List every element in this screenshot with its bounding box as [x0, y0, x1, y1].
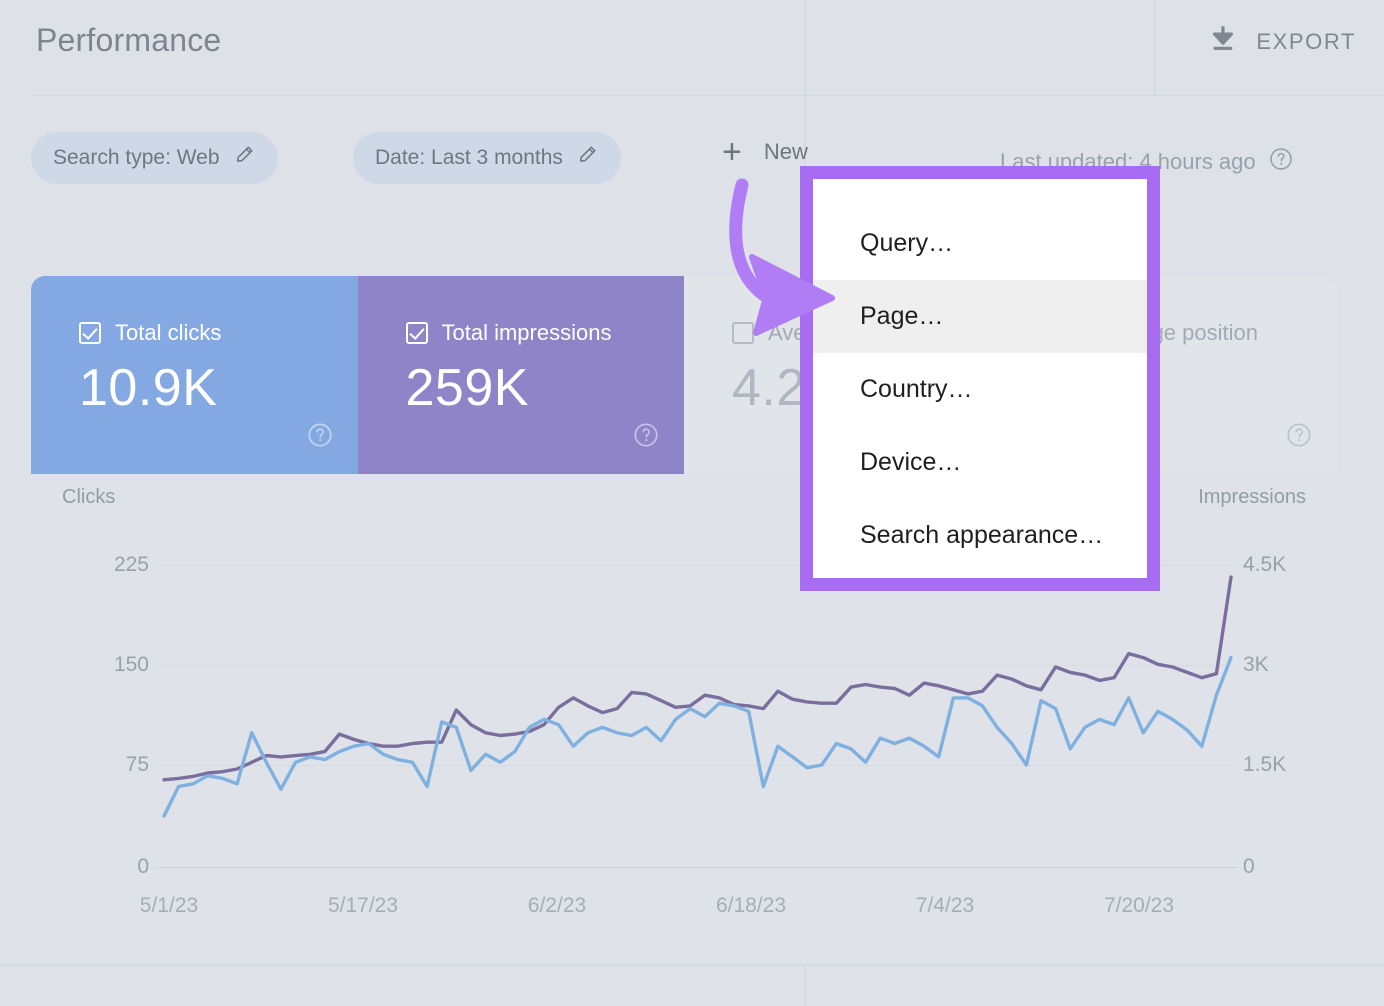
metric-card-total-clicks[interactable]: Total clicks 10.9K: [31, 276, 358, 474]
menu-item-query[interactable]: Query…: [813, 207, 1147, 280]
checkbox-total-impressions[interactable]: [405, 322, 428, 344]
metric-card-total-impressions[interactable]: Total impressions 259K: [357, 276, 685, 474]
metric-card-label: Total clicks: [115, 320, 222, 345]
filter-chip-search-type[interactable]: Search type: Web: [31, 132, 278, 184]
chart-line-clicks: [162, 655, 1233, 818]
metric-card-header: Total clicks: [79, 320, 358, 346]
new-filter-label: New: [763, 139, 808, 164]
plus-icon: +: [722, 133, 742, 171]
new-filter-button[interactable]: + New: [722, 133, 808, 171]
filter-bar: Search type: Web Date: Last 3 months + N…: [0, 120, 1384, 200]
new-filter-dropdown-callout: Query… Page… Country… Device… Search app…: [800, 166, 1160, 591]
menu-item-device[interactable]: Device…: [813, 426, 1147, 499]
export-label: EXPORT: [1256, 28, 1356, 54]
help-circle-icon[interactable]: [306, 421, 334, 454]
new-filter-dropdown-menu: Query… Page… Country… Device… Search app…: [813, 179, 1147, 578]
checkbox-total-clicks[interactable]: [79, 322, 101, 344]
help-circle-icon[interactable]: [1268, 146, 1294, 178]
export-button[interactable]: EXPORT: [1206, 22, 1356, 61]
filter-chip-date-label: Date: Last 3 months: [375, 146, 563, 169]
menu-item-country[interactable]: Country…: [813, 353, 1147, 426]
filter-chip-search-type-label: Search type: Web: [53, 146, 220, 169]
download-icon: [1206, 22, 1240, 61]
help-circle-icon[interactable]: [632, 421, 660, 454]
page-title: Performance: [36, 22, 222, 58]
page-header: Performance EXPORT: [0, 0, 1384, 96]
performance-page: Performance EXPORT Search type: Web Date…: [0, 0, 1384, 1006]
menu-item-page[interactable]: Page…: [813, 280, 1147, 353]
menu-item-search-appearance[interactable]: Search appearance…: [813, 499, 1147, 572]
filter-chip-date[interactable]: Date: Last 3 months: [353, 132, 621, 184]
metric-card-header: Total impressions: [405, 320, 685, 346]
checkbox-average-ctr[interactable]: [732, 322, 754, 344]
metric-card-value: 10.9K: [79, 359, 218, 417]
help-circle-icon[interactable]: [1285, 421, 1313, 454]
metric-card-label: Total impressions: [441, 320, 612, 345]
pencil-icon: [577, 144, 599, 172]
header-divider: [31, 95, 1384, 96]
pencil-icon: [234, 144, 256, 172]
metric-card-value: 259K: [405, 359, 529, 417]
page-bottom-rule: [0, 964, 1384, 966]
